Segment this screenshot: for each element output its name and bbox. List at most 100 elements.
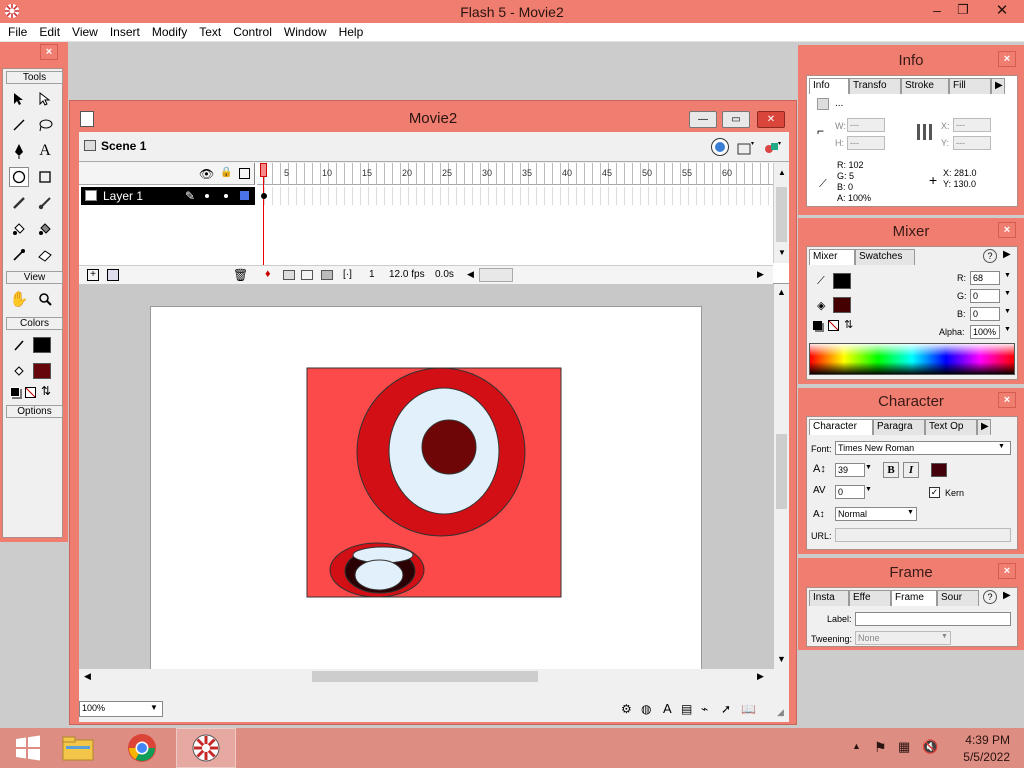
scroll-left-arrow-icon[interactable]: ◀ bbox=[84, 671, 91, 682]
arrow-tool-icon[interactable] bbox=[9, 89, 29, 109]
line-tool-icon[interactable] bbox=[9, 115, 29, 135]
network-icon[interactable]: ▦ bbox=[898, 739, 910, 755]
layer-lock-dot[interactable] bbox=[224, 194, 228, 198]
mixer-r-arrow-icon[interactable]: ▼ bbox=[1004, 272, 1011, 279]
frame-close-button[interactable]: × bbox=[998, 563, 1016, 579]
chrome-icon[interactable] bbox=[114, 728, 170, 768]
onion-outlines-icon[interactable] bbox=[301, 270, 313, 280]
no-color-icon[interactable] bbox=[828, 320, 839, 331]
brush-tool-icon[interactable] bbox=[35, 193, 55, 213]
tab-sound[interactable]: Sour bbox=[937, 590, 979, 606]
movie-maximize-button[interactable]: ▭ bbox=[722, 111, 750, 128]
info-close-button[interactable]: × bbox=[998, 51, 1016, 67]
tab-instance[interactable]: Insta bbox=[809, 590, 849, 606]
onion-skin-icon[interactable] bbox=[283, 270, 295, 280]
zoom-select[interactable]: 100% ▼ bbox=[79, 701, 163, 717]
menu-control[interactable]: Control bbox=[227, 23, 278, 42]
mixer-b-field[interactable]: 0 bbox=[970, 307, 1000, 321]
menu-window[interactable]: Window bbox=[278, 23, 333, 42]
center-frame-icon[interactable]: ♦ bbox=[265, 268, 271, 280]
tracking-arrow-icon[interactable]: ▼ bbox=[865, 486, 872, 493]
hand-tool-icon[interactable]: ✋ bbox=[9, 289, 29, 309]
height-field[interactable]: --- bbox=[847, 136, 885, 150]
tab-transform[interactable]: Transfo bbox=[849, 78, 901, 94]
clock-time[interactable]: 4:39 PM bbox=[950, 733, 1010, 747]
scroll-down-arrow-icon[interactable]: ▼ bbox=[778, 248, 786, 257]
panel-menu-arrow-icon[interactable]: ▶ bbox=[1003, 249, 1011, 260]
oval-tool-icon[interactable] bbox=[9, 167, 29, 187]
outline-icon[interactable] bbox=[239, 168, 250, 179]
scroll-down-arrow-icon[interactable]: ▼ bbox=[777, 654, 786, 664]
scroll-right-arrow-icon[interactable]: ▶ bbox=[757, 671, 764, 682]
chevron-down-icon[interactable]: ▼ bbox=[998, 443, 1005, 450]
bold-button[interactable]: B bbox=[883, 462, 899, 478]
launcher-character-icon[interactable]: A bbox=[663, 701, 672, 716]
character-close-button[interactable]: × bbox=[998, 392, 1016, 408]
close-button[interactable]: ✕ bbox=[990, 1, 1014, 19]
scroll-thumb[interactable] bbox=[776, 187, 787, 242]
tweening-select[interactable]: None bbox=[855, 631, 951, 645]
frame-ruler[interactable]: 5 10 15 20 25 30 35 40 45 50 55 60 bbox=[257, 163, 773, 185]
lock-icon[interactable]: 🔒 bbox=[220, 167, 232, 178]
tab-effect[interactable]: Effe bbox=[849, 590, 891, 606]
scroll-up-arrow-icon[interactable]: ▲ bbox=[777, 287, 786, 297]
volume-muted-icon[interactable]: 🔇 bbox=[922, 739, 938, 755]
paint-bucket-tool-icon[interactable] bbox=[35, 219, 55, 239]
registration-grid-icon[interactable] bbox=[917, 124, 935, 140]
mixer-alpha-field[interactable]: 100% bbox=[970, 325, 1000, 339]
edit-scene-icon[interactable] bbox=[711, 138, 729, 156]
tab-fill[interactable]: Fill bbox=[949, 78, 991, 94]
stage-vscroll-thumb[interactable] bbox=[776, 434, 787, 509]
color-spectrum[interactable] bbox=[809, 343, 1015, 375]
text-tool-icon[interactable]: A bbox=[35, 141, 55, 161]
layer-row[interactable]: Layer 1 ✎ bbox=[81, 187, 255, 205]
launcher-info-icon[interactable]: ⚙ bbox=[621, 702, 632, 716]
tracking-field[interactable]: 0 bbox=[835, 485, 865, 499]
rectangle-tool-icon[interactable] bbox=[35, 167, 55, 187]
launcher-library-icon[interactable]: 📖 bbox=[741, 702, 756, 716]
eye-icon[interactable]: 👁 bbox=[199, 167, 214, 181]
clock-date[interactable]: 5/5/2022 bbox=[950, 750, 1010, 764]
panel-menu-arrow-icon[interactable]: ▶ bbox=[991, 78, 1005, 94]
toolbox-close-button[interactable]: × bbox=[40, 44, 58, 60]
help-icon[interactable]: ? bbox=[983, 590, 997, 604]
keyframe-dot[interactable] bbox=[261, 193, 267, 199]
movie-close-button[interactable]: ✕ bbox=[757, 111, 785, 128]
help-icon[interactable]: ? bbox=[983, 249, 997, 263]
italic-button[interactable]: I bbox=[903, 462, 919, 478]
stage-hscroll[interactable]: ◀ ▶ bbox=[79, 669, 774, 684]
mixer-alpha-arrow-icon[interactable]: ▼ bbox=[1004, 326, 1011, 333]
font-size-field[interactable]: 39 bbox=[835, 463, 865, 477]
menu-file[interactable]: File bbox=[2, 23, 33, 42]
edit-symbols-icon[interactable] bbox=[737, 138, 755, 156]
stage-vscroll[interactable]: ▲ ▼ bbox=[774, 284, 789, 669]
fill-color-swatch[interactable] bbox=[33, 363, 51, 379]
layer-visible-dot[interactable] bbox=[205, 194, 209, 198]
mixer-r-field[interactable]: 68 bbox=[970, 271, 1000, 285]
timeline-vscroll[interactable]: ▲ ▼ bbox=[773, 163, 789, 263]
add-guide-layer-icon[interactable] bbox=[107, 269, 119, 281]
tab-character[interactable]: Character bbox=[809, 419, 873, 435]
launcher-mixer-icon[interactable]: ◍ bbox=[641, 702, 651, 716]
flash-taskbar-button[interactable] bbox=[176, 728, 236, 768]
stroke-color-swatch[interactable] bbox=[33, 337, 51, 353]
ink-bottle-tool-icon[interactable] bbox=[9, 219, 29, 239]
mixer-g-arrow-icon[interactable]: ▼ bbox=[1004, 290, 1011, 297]
layer-color-box[interactable] bbox=[240, 191, 249, 200]
lasso-tool-icon[interactable] bbox=[35, 115, 55, 135]
chevron-down-icon[interactable]: ▼ bbox=[907, 509, 914, 516]
tab-info[interactable]: Info bbox=[809, 78, 849, 94]
x-field[interactable]: --- bbox=[953, 118, 991, 132]
mixer-close-button[interactable]: × bbox=[998, 222, 1016, 238]
pencil-tool-icon[interactable] bbox=[9, 193, 29, 213]
start-button[interactable] bbox=[0, 728, 56, 768]
scene-name[interactable]: Scene 1 bbox=[101, 139, 146, 153]
tab-text-options[interactable]: Text Op bbox=[925, 419, 977, 435]
font-size-arrow-icon[interactable]: ▼ bbox=[865, 464, 872, 471]
url-field[interactable] bbox=[835, 528, 1011, 542]
tab-swatches[interactable]: Swatches bbox=[855, 249, 915, 265]
timeline-hscroll-left-icon[interactable]: ◀ bbox=[467, 269, 474, 280]
swap-colors-icon[interactable]: ⇅ bbox=[844, 318, 853, 331]
frame-grid[interactable] bbox=[257, 187, 773, 205]
eyedropper-tool-icon[interactable] bbox=[9, 245, 29, 265]
